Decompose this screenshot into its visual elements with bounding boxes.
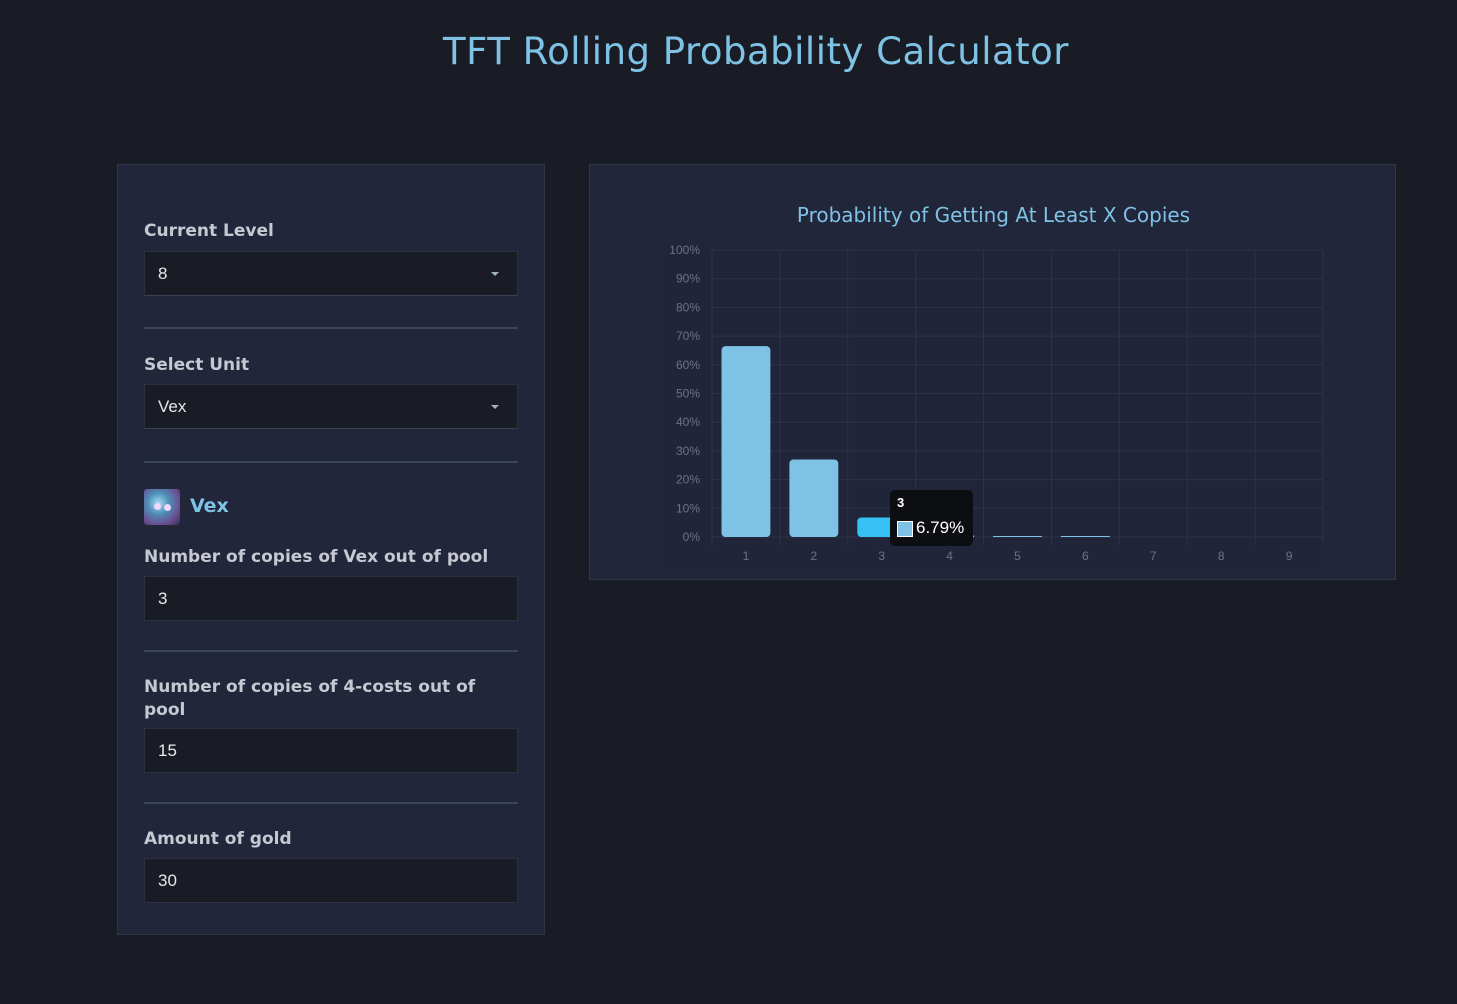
gold-value: 30 xyxy=(158,871,177,890)
x-tick-label: 6 xyxy=(1082,549,1089,563)
tooltip-title: 3 xyxy=(897,495,905,510)
y-tick-label: 60% xyxy=(676,358,700,372)
tooltip-swatch xyxy=(897,521,913,537)
x-tick-label: 8 xyxy=(1218,549,1225,563)
divider xyxy=(144,650,518,652)
y-tick-label: 80% xyxy=(676,300,700,314)
probability-bar-chart: 100% 90% 80% 70% 60% 50% 40% 30% 20% 10% 0% 1 2 3 4 5 6 7… xyxy=(662,243,1324,572)
copies-out-value: 3 xyxy=(158,589,168,608)
divider xyxy=(144,802,518,804)
divider xyxy=(144,327,518,329)
gold-label: Amount of gold xyxy=(144,829,292,849)
bar-6[interactable] xyxy=(1060,536,1110,537)
divider xyxy=(144,461,518,463)
chart-card: Probability of Getting At Least X Copies… xyxy=(589,164,1396,580)
copies-out-label: Number of copies of Vex out of pool xyxy=(144,547,489,567)
y-tick-label: 100% xyxy=(669,243,700,257)
bar-5[interactable] xyxy=(993,536,1042,537)
x-tick-label: 7 xyxy=(1150,549,1157,563)
unit-select-value: Vex xyxy=(158,397,187,416)
x-tick-label: 1 xyxy=(743,549,750,563)
y-tick-label: 90% xyxy=(676,272,700,286)
unit-name: Vex xyxy=(190,495,229,517)
chevron-down-icon xyxy=(491,405,499,409)
vex-portrait-icon xyxy=(144,489,180,525)
x-tick-label: 9 xyxy=(1286,549,1293,563)
chart-tooltip: 3 6.79% xyxy=(890,490,973,546)
cost-copies-out-label: Number of copies of 4-costs out of pool xyxy=(144,677,476,720)
unit-select-label: Select Unit xyxy=(144,355,250,375)
cost-copies-out-input[interactable]: 15 xyxy=(144,728,518,773)
bar-2[interactable] xyxy=(789,459,839,537)
level-label: Current Level xyxy=(144,221,274,241)
y-tick-label: 40% xyxy=(676,415,700,429)
copies-out-input[interactable]: 3 xyxy=(144,576,518,621)
chevron-down-icon xyxy=(491,272,499,276)
y-tick-label: 30% xyxy=(676,444,700,458)
x-tick-label: 3 xyxy=(878,549,885,563)
page-title: TFT Rolling Probability Calculator xyxy=(442,30,1070,73)
x-tick-label: 5 xyxy=(1014,549,1021,563)
y-tick-label: 20% xyxy=(676,473,700,487)
level-select[interactable]: 8 xyxy=(144,251,518,296)
cost-copies-out-value: 15 xyxy=(158,741,177,760)
x-tick-label: 2 xyxy=(810,549,817,563)
level-select-value: 8 xyxy=(158,264,168,283)
tooltip-value: 6.79% xyxy=(916,518,965,537)
unit-select[interactable]: Vex xyxy=(144,384,518,429)
y-tick-label: 50% xyxy=(676,387,700,401)
input-panel: Current Level 8 Select Unit Vex Vex Numb… xyxy=(117,164,545,935)
y-tick-label: 0% xyxy=(683,530,701,544)
y-tick-label: 10% xyxy=(676,501,700,515)
y-tick-label: 70% xyxy=(676,329,700,343)
x-tick-label: 4 xyxy=(946,549,953,563)
gold-input[interactable]: 30 xyxy=(144,858,518,903)
bar-1[interactable] xyxy=(721,346,771,537)
